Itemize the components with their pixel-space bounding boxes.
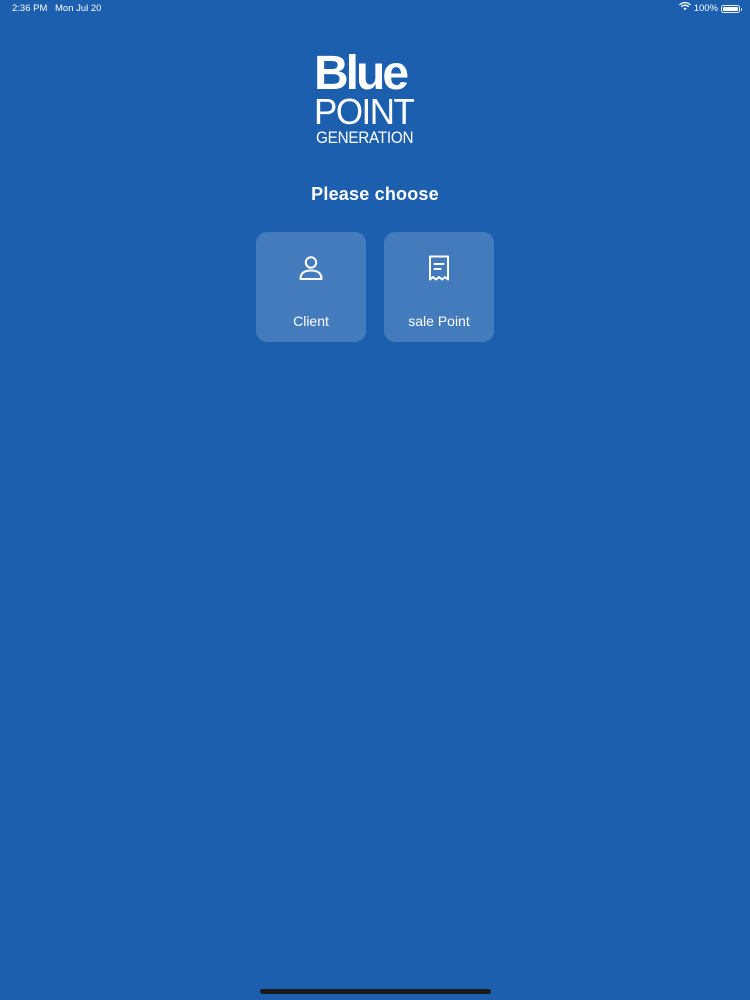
home-indicator[interactable] <box>260 989 491 994</box>
battery-level <box>723 7 738 11</box>
sale-point-label: sale Point <box>408 313 470 329</box>
battery-percentage: 100% <box>693 3 718 14</box>
page-title: Please choose <box>311 184 439 204</box>
battery-icon <box>721 5 742 13</box>
client-label: Client <box>293 313 329 329</box>
logo-line-generation: GENERATION <box>316 128 414 147</box>
sale-point-button[interactable]: sale Point <box>384 232 494 342</box>
status-indicators: 100% <box>678 0 742 18</box>
client-button[interactable]: Client <box>256 232 366 342</box>
logo: Blue POINT GENERATION <box>314 50 438 150</box>
person-icon <box>295 252 327 284</box>
status-date: Mon Jul 20 <box>55 3 102 14</box>
status-time: 2:36 PM <box>12 3 48 14</box>
receipt-icon <box>423 252 455 284</box>
wifi-icon <box>678 0 691 18</box>
status-bar: 2:36 PM Mon Jul 20 100% <box>0 0 750 18</box>
logo-line-point: POINT <box>314 91 415 132</box>
